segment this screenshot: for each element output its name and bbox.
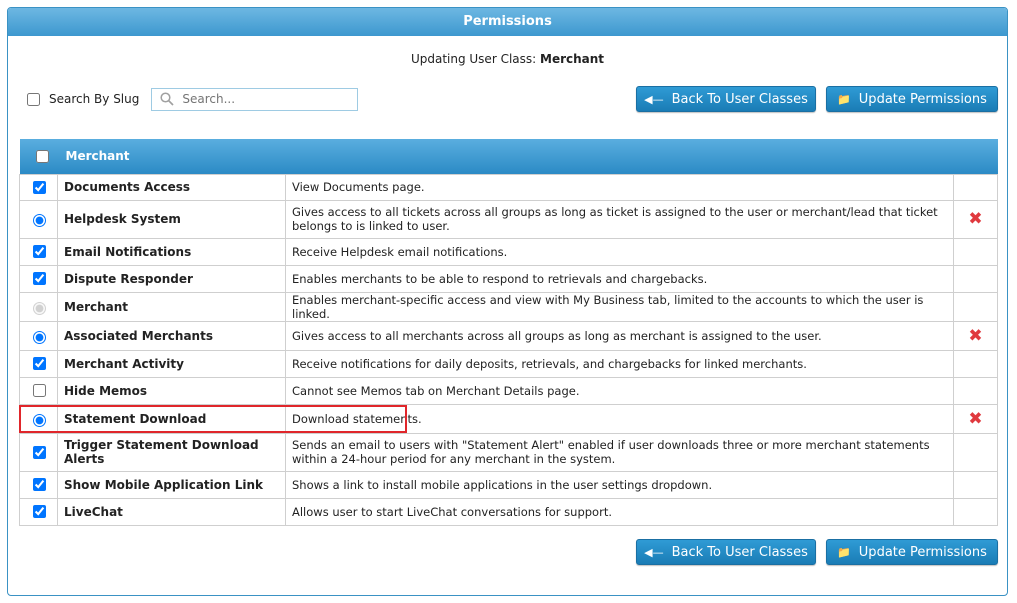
permission-description: Shows a link to install mobile applicati…	[285, 470, 954, 499]
permission-description: Receive notifications for daily deposits…	[285, 349, 954, 378]
row-select-cell	[19, 432, 58, 472]
permission-name: Email Notifications	[57, 237, 286, 266]
search-by-slug-label: Search By Slug	[49, 92, 140, 106]
permission-checkbox[interactable]	[32, 445, 46, 459]
table-row: Documents Access View Documents page.	[19, 173, 998, 201]
row-action-cell	[953, 470, 998, 499]
table-row: Email Notifications Receive Helpdesk emai…	[19, 237, 998, 266]
row-action-cell: ✖	[953, 199, 998, 239]
permission-checkbox[interactable]	[32, 505, 46, 518]
permission-checkbox[interactable]	[32, 357, 46, 370]
table-row: Trigger Statement Download Alerts Sends a…	[19, 432, 998, 472]
permission-description: Gives access to all merchants across all…	[285, 320, 954, 351]
updating-user-class: Updating User Class: Merchant	[8, 52, 1007, 66]
select-all-checkbox[interactable]	[35, 149, 49, 163]
search-row: Search By Slug	[23, 86, 359, 112]
row-action-cell	[953, 432, 998, 472]
row-select-cell	[19, 349, 58, 378]
permissions-panel: Permissions Updating User Class: Merchan…	[7, 7, 1008, 596]
row-action-cell	[953, 497, 998, 526]
arrow-left-icon: ◀—	[644, 92, 664, 106]
panel-title: Permissions	[8, 8, 1007, 36]
permission-name: Merchant Activity	[57, 349, 286, 378]
row-action-cell	[953, 173, 998, 201]
table-row: Hide Memos Cannot see Memos tab on Mercha…	[19, 376, 998, 405]
folder-icon: 📁	[837, 545, 851, 559]
row-action-cell	[953, 376, 998, 405]
permission-name: Show Mobile Application Link	[57, 470, 286, 499]
permission-radio[interactable]	[33, 214, 46, 227]
permission-name: Trigger Statement Download Alerts	[57, 432, 286, 472]
row-select-cell	[19, 173, 58, 201]
magnifier-icon	[160, 92, 174, 106]
permission-checkbox[interactable]	[32, 180, 46, 194]
permission-description: Allows user to start LiveChat conversati…	[285, 497, 954, 526]
folder-icon: 📁	[837, 92, 851, 106]
update-permissions-button-bottom[interactable]: 📁 Update Permissions	[826, 539, 998, 565]
row-select-cell	[19, 320, 58, 351]
table-row: LiveChat Allows user to start LiveChat co…	[19, 497, 998, 526]
permission-name: Dispute Responder	[57, 264, 286, 293]
table-group-header: Merchant	[19, 139, 998, 174]
row-action-cell: ✖	[953, 320, 998, 351]
row-select-cell	[19, 237, 58, 266]
permission-description: Receive Helpdesk email notifications.	[285, 237, 954, 266]
row-select-cell	[19, 199, 58, 239]
permission-description: Gives access to all tickets across all g…	[285, 199, 954, 239]
update-permissions-button-top[interactable]: 📁 Update Permissions	[826, 86, 998, 112]
row-select-cell	[19, 497, 58, 526]
update-button-label: Update Permissions	[858, 544, 987, 560]
back-to-user-classes-button-bottom[interactable]: ◀— Back To User Classes	[636, 539, 816, 565]
arrow-left-icon: ◀—	[644, 545, 664, 559]
permission-checkbox[interactable]	[32, 245, 46, 258]
search-box[interactable]	[151, 87, 359, 111]
group-title: Merchant	[65, 149, 130, 164]
table-row: Show Mobile Application Link Shows a link…	[19, 470, 998, 499]
back-to-user-classes-button-top[interactable]: ◀— Back To User Classes	[636, 86, 816, 112]
permission-name: LiveChat	[57, 497, 286, 526]
subtitle-prefix: Updating User Class:	[410, 52, 540, 66]
update-button-label: Update Permissions	[858, 91, 987, 107]
red-x-icon[interactable]: ✖	[968, 209, 982, 229]
permission-name: Helpdesk System	[57, 199, 286, 239]
permission-description: Cannot see Memos tab on Merchant Details…	[285, 376, 954, 405]
permission-name: Merchant	[57, 291, 286, 322]
highlight-box	[19, 405, 407, 433]
red-x-icon[interactable]: ✖	[968, 326, 982, 346]
row-select-cell	[19, 376, 58, 405]
row-action-cell	[953, 349, 998, 378]
permission-checkbox[interactable]	[32, 272, 46, 285]
red-x-icon[interactable]: ✖	[968, 409, 982, 429]
permission-radio	[33, 301, 46, 315]
back-button-label: Back To User Classes	[671, 91, 808, 107]
permission-description: Enables merchant-specific access and vie…	[285, 291, 954, 322]
row-action-cell	[953, 291, 998, 322]
row-action-cell	[953, 237, 998, 266]
table-row: Helpdesk System Gives access to all ticke…	[19, 199, 998, 239]
table-row: Merchant Activity Receive notifications f…	[19, 349, 998, 378]
row-action-cell	[953, 264, 998, 293]
search-by-slug-checkbox[interactable]	[27, 92, 40, 106]
permission-checkbox[interactable]	[32, 478, 46, 491]
row-select-cell	[19, 291, 58, 322]
table-row: Dispute Responder Enables merchants to be…	[19, 264, 998, 293]
permissions-table: Merchant Documents Access View Documents …	[19, 139, 998, 526]
permission-name: Hide Memos	[57, 376, 286, 405]
row-select-cell	[19, 470, 58, 499]
row-action-cell: ✖	[953, 403, 998, 434]
table-row: Merchant Enables merchant-specific access…	[19, 291, 998, 322]
row-select-cell	[19, 264, 58, 293]
table-row: Associated Merchants Gives access to all …	[19, 320, 998, 351]
user-class-name: Merchant	[540, 52, 605, 66]
permission-description: View Documents page.	[285, 173, 954, 201]
search-input[interactable]	[180, 91, 355, 107]
permission-radio[interactable]	[33, 330, 46, 344]
permission-name: Associated Merchants	[57, 320, 286, 351]
back-button-label: Back To User Classes	[671, 544, 808, 560]
permission-name: Documents Access	[57, 173, 286, 201]
permission-description: Sends an email to users with "Statement …	[285, 432, 954, 472]
permission-checkbox[interactable]	[32, 384, 46, 397]
permission-description: Enables merchants to be able to respond …	[285, 264, 954, 293]
